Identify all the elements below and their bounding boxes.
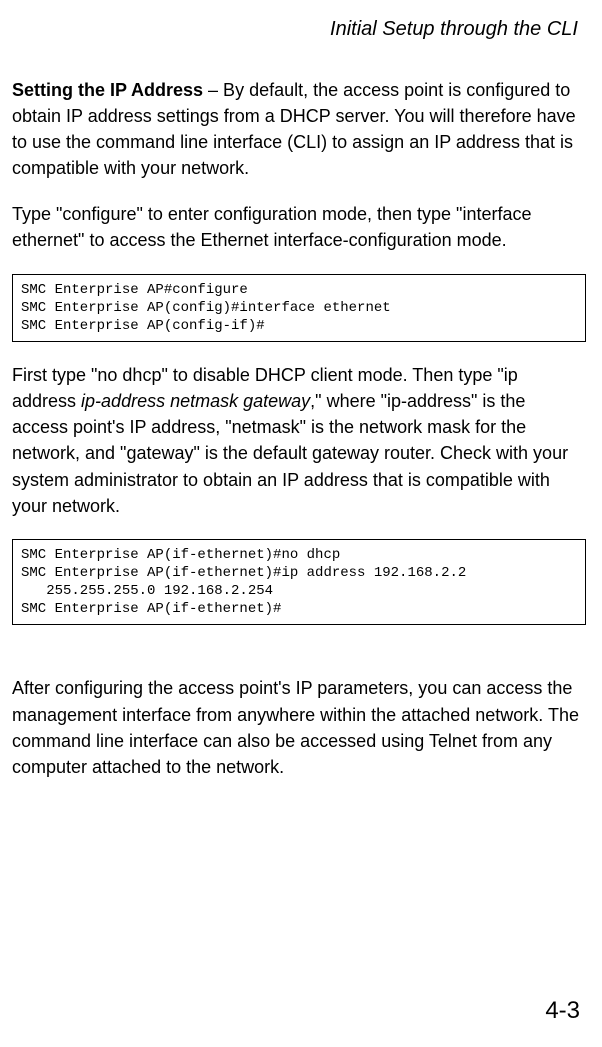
- page-content: Setting the IP Address – By default, the…: [12, 77, 590, 780]
- spacer: [12, 645, 586, 675]
- paragraph-no-dhcp: First type "no dhcp" to disable DHCP cli…: [12, 362, 586, 519]
- paragraph-setting-ip: Setting the IP Address – By default, the…: [12, 77, 586, 181]
- page-header-title: Initial Setup through the CLI: [12, 18, 578, 41]
- paragraph-configure: Type "configure" to enter configuration …: [12, 201, 586, 253]
- code-block-ip-address: SMC Enterprise AP(if-ethernet)#no dhcp S…: [12, 539, 586, 626]
- page-number: 4-3: [545, 997, 580, 1025]
- ip-address-syntax: ip-address netmask gateway: [81, 391, 310, 411]
- code-block-configure: SMC Enterprise AP#configure SMC Enterpri…: [12, 274, 586, 343]
- setting-ip-heading: Setting the IP Address: [12, 80, 203, 100]
- paragraph-after-config: After configuring the access point's IP …: [12, 675, 586, 779]
